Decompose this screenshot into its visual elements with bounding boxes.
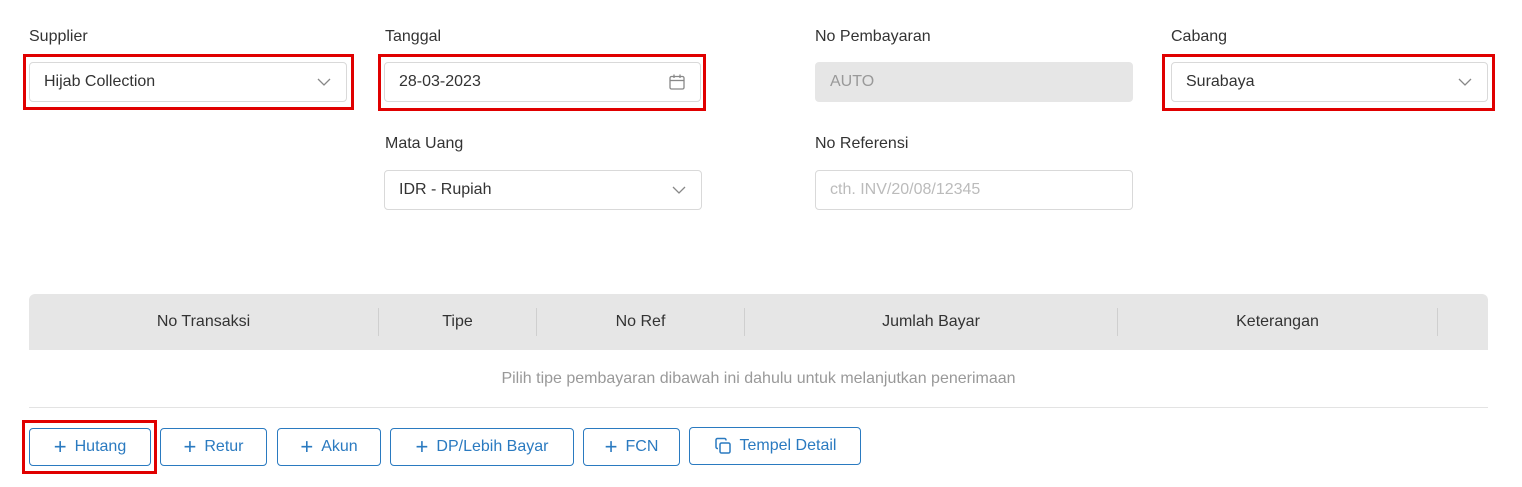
col-keterangan: Keterangan — [1236, 313, 1319, 330]
supplier-highlight — [23, 54, 354, 110]
mata-uang-select[interactable]: IDR - Rupiah — [384, 170, 702, 210]
col-no-transaksi: No Transaksi — [156, 313, 251, 330]
cabang-highlight — [1162, 54, 1495, 111]
no-pembayaran-field: AUTO — [815, 62, 1133, 102]
plus-icon: + — [183, 434, 197, 459]
tanggal-highlight — [378, 54, 706, 111]
no-pembayaran-label: No Pembayaran — [815, 28, 931, 45]
tempel-detail-button[interactable]: Tempel Detail — [689, 427, 861, 465]
add-akun-button[interactable]: + Akun — [277, 428, 381, 466]
copy-icon — [714, 437, 731, 454]
dp-button-label: DP/Lebih Bayar — [436, 438, 549, 455]
no-referensi-label: No Referensi — [815, 135, 909, 152]
hutang-button-label: Hutang — [74, 438, 127, 455]
plus-icon: + — [300, 434, 314, 459]
no-referensi-input[interactable]: cth. INV/20/08/12345 — [815, 170, 1133, 210]
plus-icon: + — [53, 434, 67, 459]
supplier-label: Supplier — [29, 28, 88, 45]
chevron-down-icon — [672, 186, 686, 194]
add-dp-lebih-bayar-button[interactable]: + DP/Lebih Bayar — [390, 428, 574, 466]
table-empty-message: Pilih tipe pembayaran dibawah ini dahulu… — [29, 350, 1488, 408]
akun-button-label: Akun — [321, 438, 358, 455]
mata-uang-label: Mata Uang — [385, 135, 464, 152]
col-tipe: Tipe — [442, 313, 473, 330]
add-hutang-button[interactable]: + Hutang — [29, 428, 151, 466]
retur-button-label: Retur — [204, 438, 244, 455]
column-divider — [1437, 308, 1438, 336]
col-jumlah-bayar: Jumlah Bayar — [882, 313, 980, 330]
plus-icon: + — [604, 434, 618, 459]
plus-icon: + — [415, 434, 429, 459]
table-header: No Transaksi Tipe No Ref Jumlah Bayar Ke… — [29, 294, 1488, 350]
fcn-button-label: FCN — [625, 438, 659, 455]
add-retur-button[interactable]: + Retur — [160, 428, 267, 466]
no-pembayaran-value: AUTO — [830, 73, 875, 90]
mata-uang-value: IDR - Rupiah — [399, 181, 492, 198]
tanggal-label: Tanggal — [385, 28, 442, 45]
cabang-label: Cabang — [1171, 28, 1228, 45]
no-referensi-placeholder: cth. INV/20/08/12345 — [830, 181, 981, 198]
col-no-ref: No Ref — [615, 313, 666, 330]
add-fcn-button[interactable]: + FCN — [583, 428, 680, 466]
tempel-detail-label: Tempel Detail — [739, 437, 837, 454]
